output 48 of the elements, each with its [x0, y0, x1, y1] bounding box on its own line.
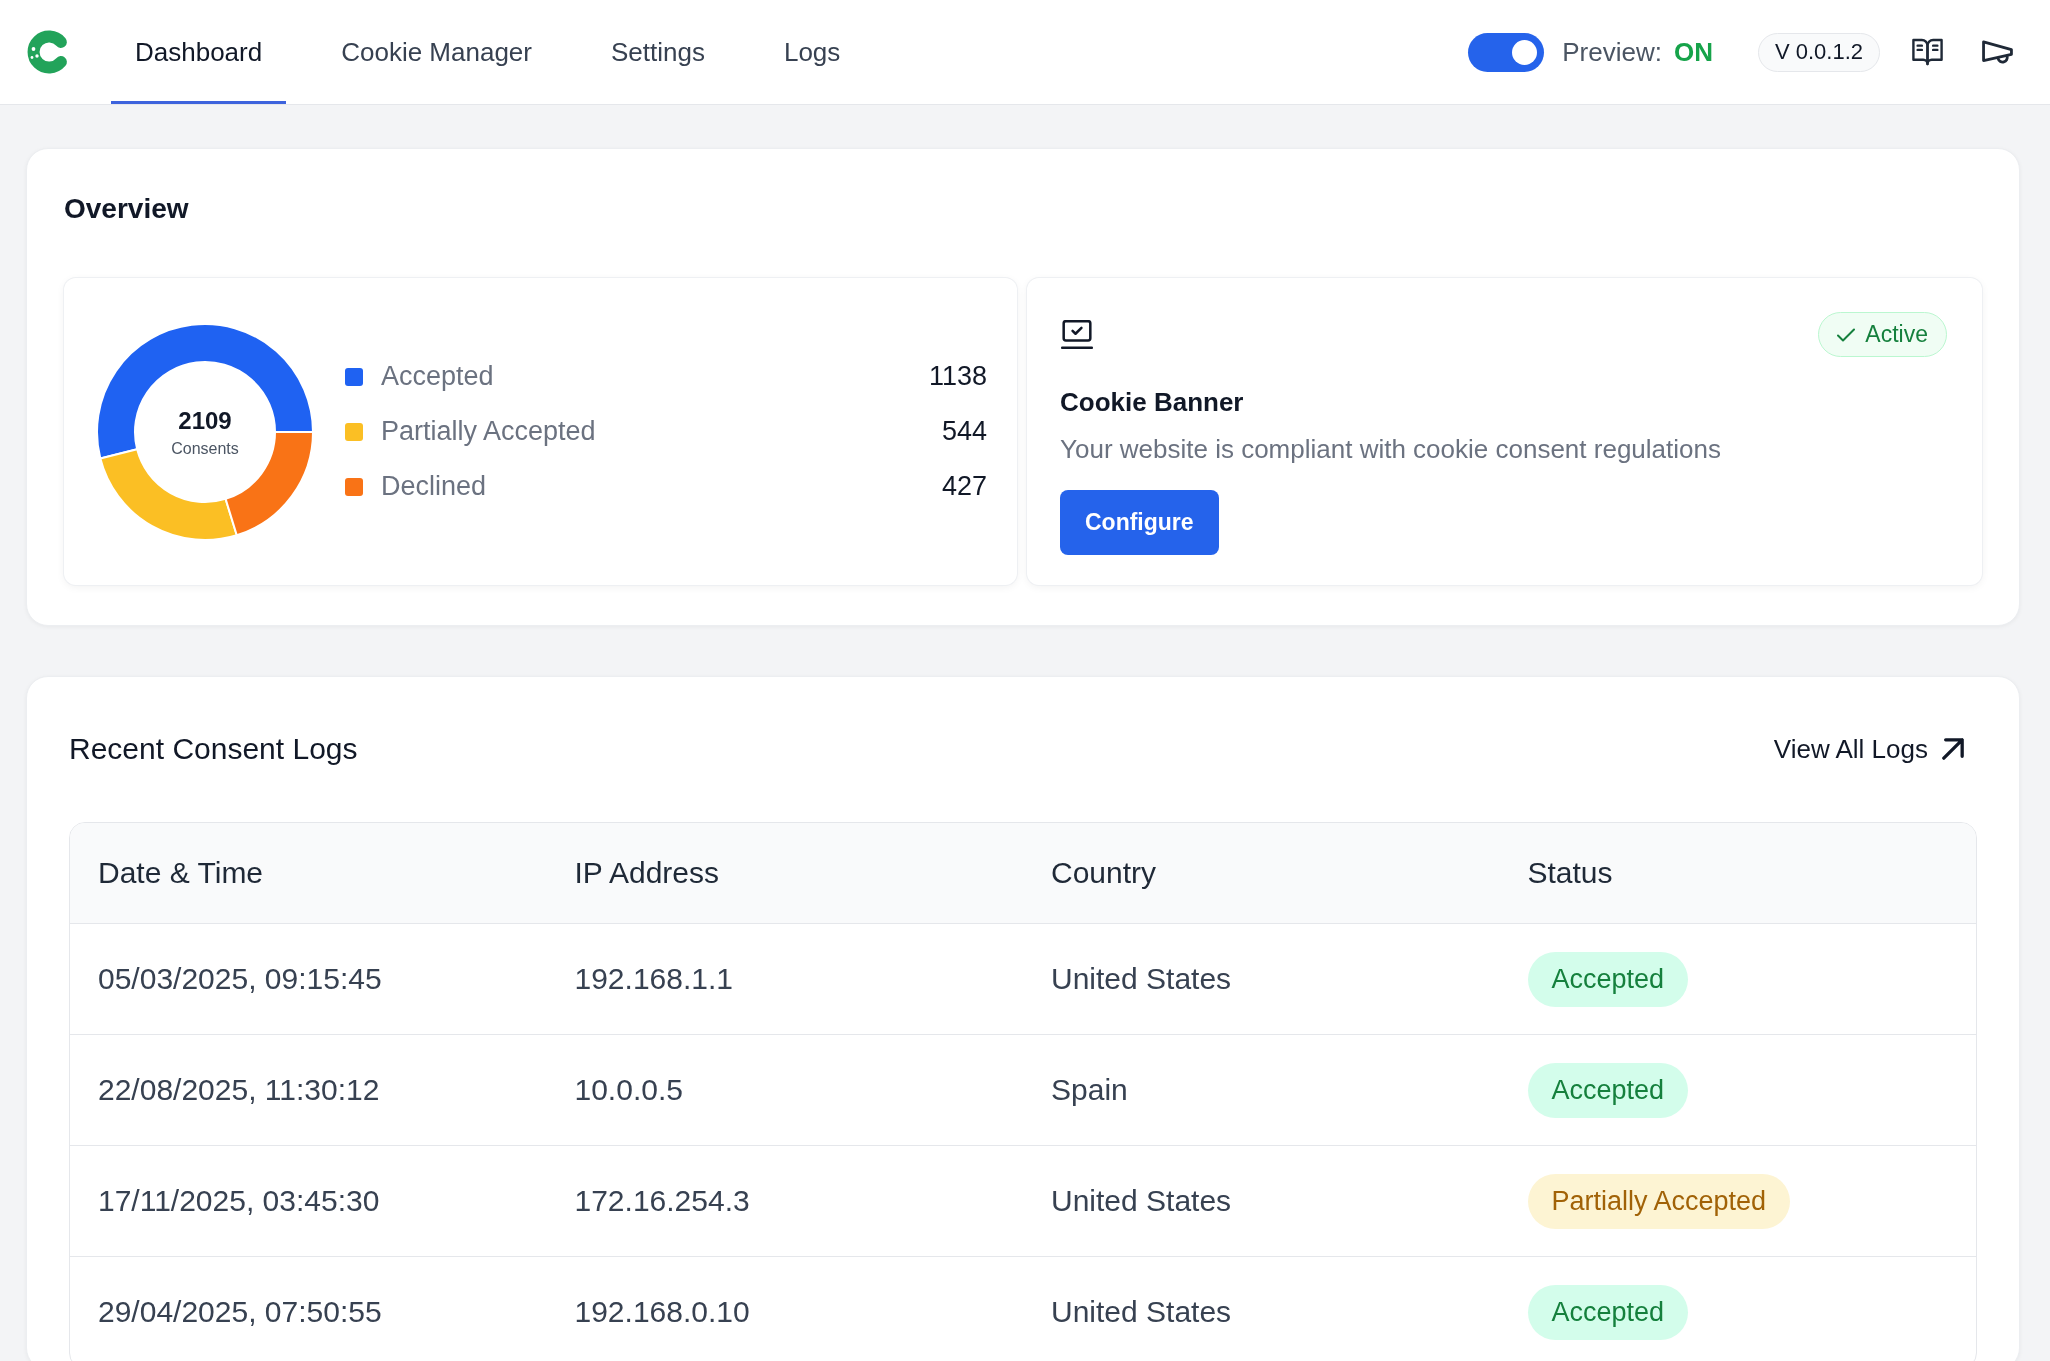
preview-label: Preview:	[1562, 36, 1662, 68]
legend-label: Partially Accepted	[381, 416, 596, 447]
date-time-cell: 22/08/2025, 11:30:12	[98, 1073, 380, 1107]
overview-title: Overview	[64, 192, 189, 226]
status-tag: Accepted	[1527, 951, 1689, 1007]
preview-state: ON	[1673, 36, 1713, 68]
view-all-logs-link[interactable]: View All Logs	[1773, 733, 1928, 765]
nav-tab[interactable]: Dashboard	[111, 0, 287, 104]
nav-tab[interactable]: Logs	[759, 0, 865, 104]
consent-total-label: Consents	[171, 439, 239, 458]
laptop-check-icon	[1060, 320, 1094, 349]
book-icon[interactable]	[1912, 38, 1943, 66]
legend-value: 427	[941, 471, 987, 502]
country-cell: United States	[1051, 962, 1232, 996]
status-label: Active	[1865, 321, 1928, 348]
legend-value: 1138	[928, 361, 987, 392]
configure-button[interactable]: Configure	[1060, 490, 1219, 555]
column-header: Status	[1527, 856, 1613, 890]
country-cell: United States	[1051, 1295, 1232, 1329]
ip-address-cell: 10.0.0.5	[574, 1073, 683, 1107]
status-tag: Accepted	[1527, 1062, 1689, 1118]
preview-toggle[interactable]	[1468, 32, 1545, 72]
ip-address-cell: 172.16.254.3	[574, 1184, 750, 1218]
ip-address-cell: 192.168.1.1	[574, 962, 733, 996]
date-time-cell: 29/04/2025, 07:50:55	[98, 1295, 382, 1329]
nav-tab[interactable]: Settings	[587, 0, 729, 104]
column-header: Date & Time	[98, 856, 264, 890]
version-pill: V 0.0.1.2	[1757, 32, 1880, 72]
country-cell: Spain	[1051, 1073, 1128, 1107]
legend-label: Accepted	[381, 361, 494, 392]
nav-tab[interactable]: Cookie Manager	[317, 0, 556, 104]
country-cell: United States	[1051, 1184, 1232, 1218]
logo-icon	[26, 29, 70, 75]
status-tag: Partially Accepted	[1527, 1173, 1791, 1229]
ip-address-cell: 192.168.0.10	[574, 1295, 750, 1329]
column-header: IP Address	[574, 856, 720, 890]
banner-description: Your website is compliant with cookie consent regulations	[1060, 433, 1721, 465]
arrow-up-right-icon[interactable]	[1942, 738, 1964, 760]
column-header: Country	[1051, 856, 1157, 890]
date-time-cell: 17/11/2025, 03:45:30	[98, 1184, 380, 1218]
consent-total: 2109	[178, 405, 232, 436]
date-time-cell: 05/03/2025, 09:15:45	[98, 962, 382, 996]
status-tag: Accepted	[1527, 1284, 1689, 1340]
legend-value: 544	[941, 416, 987, 447]
megaphone-icon[interactable]	[1982, 38, 2013, 66]
recent-logs-title: Recent Consent Logs	[69, 732, 358, 766]
banner-title: Cookie Banner	[1060, 386, 1244, 418]
legend-label: Declined	[381, 471, 487, 502]
